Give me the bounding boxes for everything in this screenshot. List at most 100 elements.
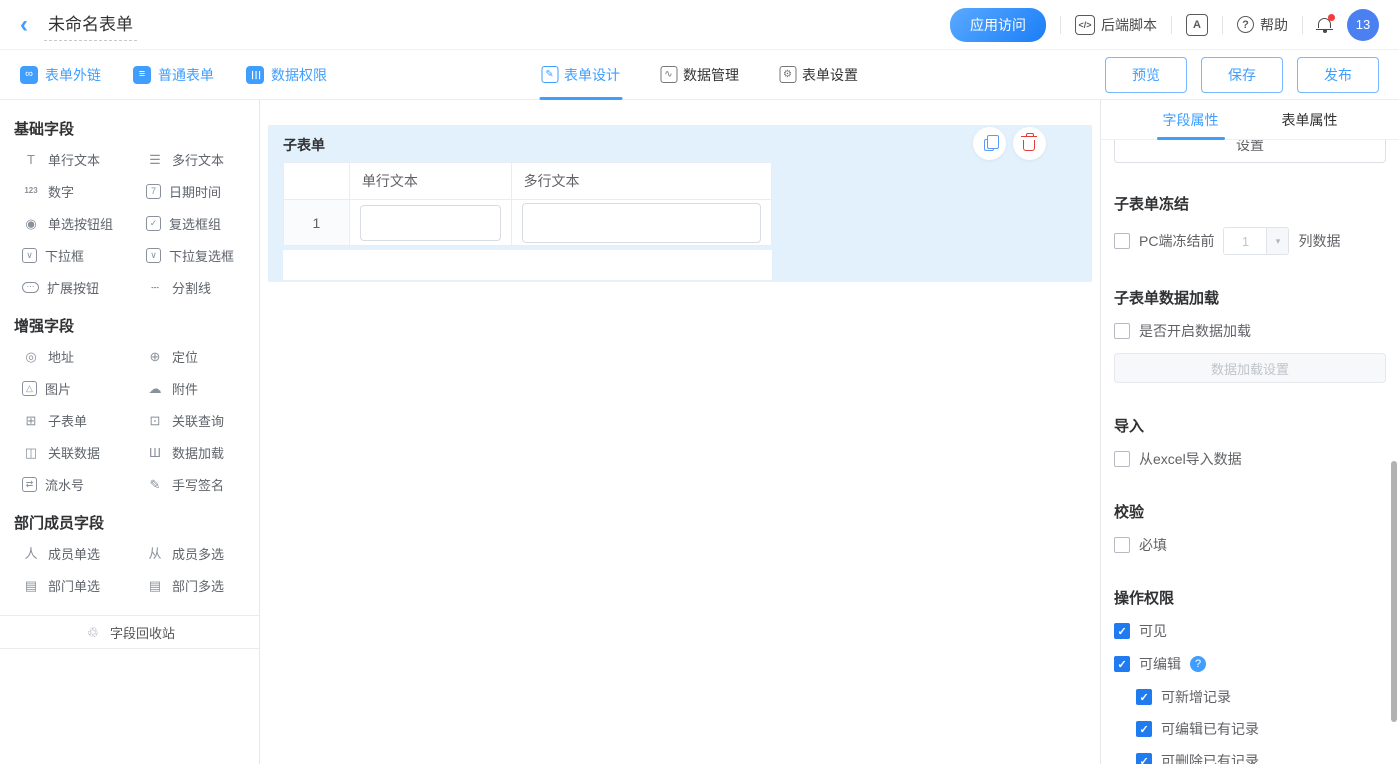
field-multi-line-text[interactable]: ☰ 多行文本 (146, 143, 258, 175)
save-button[interactable]: 保存 (1201, 56, 1283, 93)
form-canvas[interactable]: 子表单 单行文本 多行文本 1 (260, 100, 1100, 764)
field-image[interactable]: △ 图片 (22, 372, 134, 404)
checkbox-can-add-record[interactable] (1136, 689, 1152, 705)
delete-widget-button[interactable] (1013, 127, 1046, 160)
crosshair-icon: ⊕ (149, 348, 161, 364)
single-line-text-input[interactable] (359, 204, 501, 241)
column-header-multi-line: 多行文本 (510, 162, 773, 200)
person-icon: 人 (24, 545, 38, 561)
tab-form-settings[interactable]: ⚙ 表单设置 (777, 50, 860, 100)
operation-permission-title: 操作权限 (1114, 590, 1175, 607)
back-icon[interactable]: ‹ (20, 12, 28, 37)
field-recycle-bin[interactable]: ♲ 字段回收站 (0, 615, 259, 649)
main-tabs: ✎ 表单设计 ∿ 数据管理 ⚙ 表单设置 (539, 50, 860, 100)
notification-bell-icon[interactable] (1316, 14, 1335, 33)
departments-icon: ▤ (148, 577, 162, 593)
app-access-button[interactable]: 应用访问 (950, 7, 1046, 42)
checkbox-editable[interactable] (1114, 656, 1130, 672)
multi-line-text-input[interactable] (521, 202, 761, 243)
subform-data-load-title: 子表单数据加载 (1114, 290, 1220, 307)
notification-badge (1328, 14, 1335, 21)
text-icon: T (27, 151, 35, 167)
field-multi-select[interactable]: ∨ 下拉复选框 (146, 239, 258, 271)
field-number[interactable]: 123 数字 (22, 175, 134, 207)
field-data-load[interactable]: Ш 数据加载 (146, 436, 258, 468)
settings-button-clipped[interactable]: 设置 (1114, 140, 1386, 163)
field-address[interactable]: ◎ 地址 (22, 340, 134, 372)
checkbox-pc-freeze[interactable] (1114, 233, 1130, 249)
field-datetime[interactable]: 7 日期时间 (146, 175, 258, 207)
duplicate-widget-button[interactable] (973, 127, 1006, 160)
chart-icon: ∿ (660, 66, 677, 83)
field-linked-data[interactable]: ◫ 关联数据 (22, 436, 134, 468)
field-dept-multi[interactable]: ▤ 部门多选 (146, 569, 258, 601)
row-index: 1 (283, 199, 350, 246)
import-title: 导入 (1114, 418, 1145, 435)
field-radio-group[interactable]: ◉ 单选按钮组 (22, 207, 134, 239)
field-member-multi[interactable]: 从成员多选 (146, 537, 258, 569)
field-location[interactable]: ⊕ 定位 (146, 340, 258, 372)
field-select[interactable]: ∨ 下拉框 (22, 239, 134, 271)
radio-icon: ◉ (25, 215, 37, 231)
form-external-link-button[interactable]: ∞ 表单外链 (20, 65, 101, 85)
divider (1302, 15, 1303, 34)
bar-chart-icon: Ш (149, 444, 161, 460)
tab-form-properties[interactable]: 表单属性 (1282, 100, 1338, 140)
recycle-icon: ♲ (87, 624, 99, 640)
link-icon: ∞ (20, 65, 38, 84)
linked-data-icon: ◫ (24, 444, 38, 460)
checkbox-required[interactable] (1114, 537, 1130, 553)
checkbox-can-edit-record[interactable] (1136, 721, 1152, 737)
subform-widget-selected[interactable]: 子表单 单行文本 多行文本 1 (268, 125, 1092, 282)
search-link-icon: ⊡ (149, 412, 161, 428)
question-icon: ? (1237, 16, 1254, 33)
checkbox-excel-import[interactable] (1114, 451, 1130, 467)
field-checkbox-group[interactable]: ✓ 复选框组 (146, 207, 258, 239)
field-divider-line[interactable]: ┄ 分割线 (146, 271, 258, 303)
field-dept-single[interactable]: ▤ 部门单选 (22, 569, 134, 601)
checkbox-visible[interactable] (1114, 623, 1130, 639)
question-icon[interactable]: ? (1190, 656, 1206, 672)
normal-form-button[interactable]: ≡ 普通表单 (133, 65, 214, 85)
divider (1060, 15, 1061, 34)
people-icon: 从 (148, 545, 162, 561)
field-signature[interactable]: ✎ 手写签名 (146, 468, 258, 500)
address-book-icon[interactable]: A (1186, 13, 1208, 36)
freeze-column-select[interactable]: 1 ▾ (1223, 227, 1290, 255)
tab-data-management[interactable]: ∿ 数据管理 (658, 50, 741, 100)
checkbox-can-delete-record[interactable] (1136, 753, 1152, 764)
multi-dropdown-icon: ∨ (146, 247, 161, 263)
validation-title: 校验 (1114, 504, 1145, 521)
field-serial-number[interactable]: ⇄ 流水号 (22, 468, 134, 500)
help-button[interactable]: ? 帮助 (1237, 15, 1288, 35)
section-title-basic-fields: 基础字段 (14, 121, 75, 138)
field-single-line-text[interactable]: T 单行文本 (22, 143, 134, 175)
tab-form-design[interactable]: ✎ 表单设计 (539, 50, 622, 100)
form-title[interactable]: 未命名表单 (44, 8, 137, 41)
data-permission-button[interactable]: ☰ 数据权限 (246, 65, 327, 85)
document-icon: ≡ (133, 65, 151, 84)
avatar[interactable]: 13 (1347, 8, 1379, 41)
field-lookup-query[interactable]: ⊡ 关联查询 (146, 404, 258, 436)
panel-scrollbar[interactable] (1391, 461, 1397, 722)
divider (1222, 15, 1223, 34)
field-member-single[interactable]: 人成员单选 (22, 537, 134, 569)
backend-script-button[interactable]: </> 后端脚本 (1075, 14, 1157, 35)
field-attachment[interactable]: ☁ 附件 (146, 372, 258, 404)
gear-icon: ⚙ (779, 66, 796, 83)
data-load-settings-button[interactable]: 数据加载设置 (1114, 353, 1386, 383)
number-icon: 123 (24, 186, 38, 195)
field-extend-button[interactable]: ⋯ 扩展按钮 (22, 271, 134, 303)
divider-icon: ┄ (151, 279, 159, 295)
subform-table: 单行文本 多行文本 1 (283, 162, 773, 246)
table-row: 1 (283, 199, 773, 246)
checkbox-enable-data-load[interactable] (1114, 323, 1130, 339)
checkbox-icon: ✓ (146, 215, 161, 231)
tab-field-properties[interactable]: 字段属性 (1156, 100, 1225, 140)
preview-button[interactable]: 预览 (1105, 56, 1187, 93)
code-icon: </> (1075, 14, 1095, 35)
ellipsis-icon: ⋯ (22, 281, 39, 293)
publish-button[interactable]: 发布 (1297, 56, 1379, 93)
pen-icon: ✎ (149, 476, 161, 492)
field-subform[interactable]: ⊞ 子表单 (22, 404, 134, 436)
